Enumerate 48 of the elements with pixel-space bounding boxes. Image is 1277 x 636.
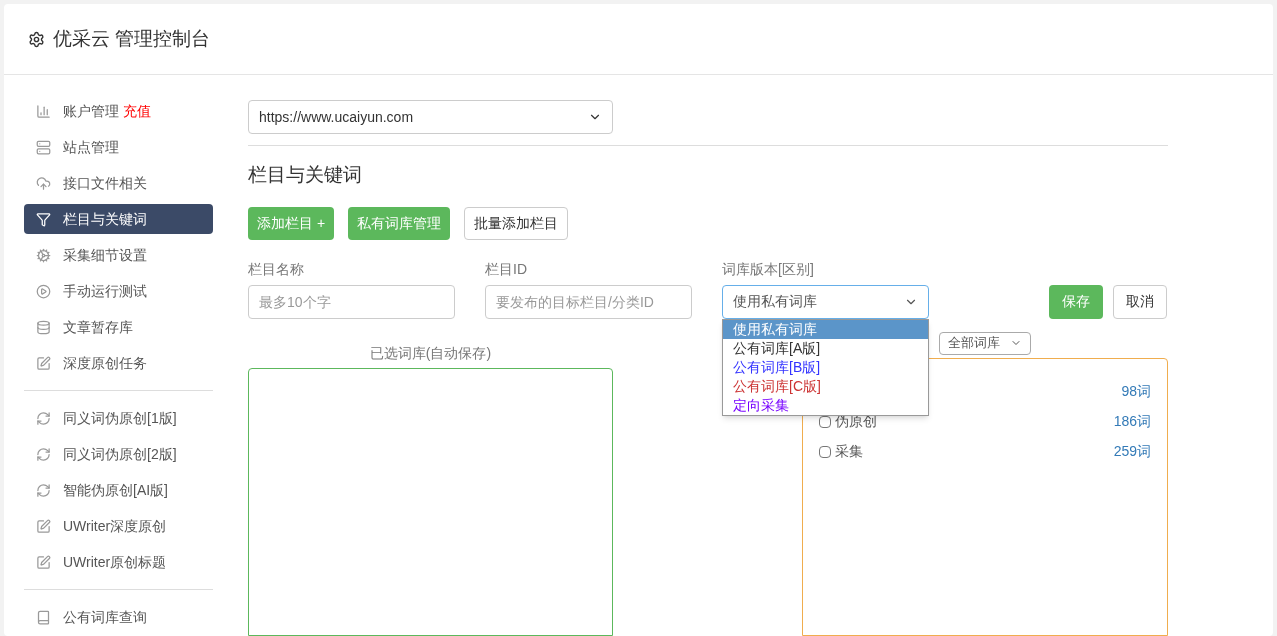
sidebar-item[interactable]: 栏目与关键词 [24,204,213,234]
word-count: 259词 [1113,442,1151,461]
refresh-icon [36,410,51,426]
filter-icon [36,211,51,227]
input-field[interactable]: 要发布的目标栏目/分类ID [485,284,692,319]
sidebar-item[interactable]: UWriter原创标题 [24,547,213,577]
settings-icon [28,30,45,48]
sidebar-item[interactable]: 智能伪原创[AI版] [24,475,213,505]
sidebar-item[interactable]: 同义词伪原创[1版] [24,403,213,433]
window-title: 优采云 管理控制台 [53,26,211,51]
input-field[interactable]: 最多10个字 [248,284,455,319]
sidebar-item[interactable]: 深度原创任务 [24,348,213,378]
library-name: 采集 [835,442,863,461]
sidebar-item[interactable]: 文章暂存库 [24,312,213,342]
book-icon [36,609,51,625]
gears-icon [36,247,51,263]
site-select[interactable]: https://www.ucaiyun.com [248,100,613,134]
sidebar-item[interactable]: 采集细节设置 [24,240,213,270]
word-count: 98词 [1121,382,1151,401]
cloud-upload-icon [36,175,51,191]
sidebar-item[interactable]: 手动运行测试 [24,276,213,306]
sidebar-item[interactable]: UWriter深度原创 [24,511,213,541]
sidebar-item[interactable]: 接口文件相关 [24,168,213,198]
field-label: 栏目ID [485,259,528,279]
recharge-link[interactable]: 充值 [123,100,151,122]
refresh-icon [36,482,51,498]
edit-icon [36,554,51,570]
field-label: 栏目名称 [248,259,305,279]
library-filter-select[interactable]: 全部词库 [939,331,1031,355]
library-select[interactable]: 使用私有词库 [722,284,929,319]
sidebar-item[interactable]: 同义词伪原创[2版] [24,439,213,469]
sidebar-item[interactable]: 公有词库查询 [24,602,213,632]
edit-icon [36,518,51,534]
sidebar-item[interactable]: 站点管理 [24,132,213,162]
field-label: 词库版本[区别] [722,259,815,279]
cancel-button[interactable]: 取消 [1113,284,1167,319]
edit-icon [36,355,51,371]
play-icon [36,283,51,299]
database-icon [36,319,51,335]
section-title: 栏目与关键词 [248,163,363,187]
panel-label: 已选词库(自动保存) [369,343,492,363]
checkbox[interactable] [819,445,831,458]
refresh-icon [36,446,51,462]
sidebar-item[interactable]: 账户管理 充值 [24,96,213,126]
server-icon [36,139,51,155]
bar-chart-icon [36,103,51,119]
word-count: 186词 [1113,412,1151,431]
toolbar-button[interactable]: 批量添加栏目 [464,206,569,240]
